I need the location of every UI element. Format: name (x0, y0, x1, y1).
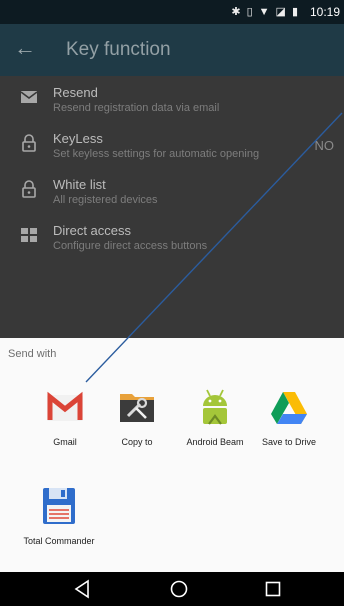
android-icon (203, 389, 227, 425)
list-item-subtitle: All registered devices (53, 194, 158, 206)
list-item-subtitle: Configure direct access buttons (53, 240, 208, 252)
list-item-title: Resend (53, 85, 98, 100)
app-label: Total Commander (23, 536, 95, 546)
list-item-title: Direct access (53, 223, 132, 238)
vibrate-icon: ▯ (246, 6, 253, 18)
list-item-keyless[interactable]: KeyLess Set keyless settings for automat… (0, 126, 344, 172)
folder-tools-icon (120, 394, 154, 422)
app-label: Save to Drive (261, 437, 317, 447)
share-sheet-heading: Send with (8, 348, 57, 360)
back-arrow-icon[interactable]: ← (14, 35, 36, 61)
list-item-title: KeyLess (53, 131, 103, 146)
lock-icon (22, 134, 36, 152)
gmail-icon (47, 391, 83, 421)
list-item-title: White list (53, 177, 106, 192)
share-app-save-to-drive[interactable]: Save to Drive (246, 386, 332, 456)
share-app-copy-to[interactable]: Copy to (94, 386, 180, 456)
share-sheet: Send with Gmail Copy to Android Beam Sav… (0, 338, 344, 572)
app-label: Copy to (121, 437, 153, 447)
lock-icon (22, 180, 36, 198)
back-icon[interactable] (72, 578, 92, 600)
grid-icon (21, 228, 37, 242)
list-item-white-list[interactable]: White list All registered devices (0, 172, 344, 218)
list-item-direct-access[interactable]: Direct access Configure direct access bu… (0, 218, 344, 264)
drive-icon (271, 392, 307, 424)
keyless-toggle[interactable]: NO (315, 138, 335, 153)
recents-icon[interactable] (263, 578, 283, 600)
settings-list: Resend Resend registration data via emai… (0, 76, 344, 338)
status-bar: ✱ ▯ ▼ ◪ ▮ 10:19 (0, 0, 344, 24)
list-item-resend[interactable]: Resend Resend registration data via emai… (0, 80, 344, 126)
status-icons: ✱ ▯ ▼ ◪ ▮ (231, 5, 298, 19)
list-item-subtitle: Resend registration data via email (53, 102, 220, 114)
email-icon (20, 91, 38, 103)
list-item-subtitle: Set keyless settings for automatic openi… (53, 148, 260, 160)
bluetooth-icon: ✱ (231, 6, 241, 18)
wifi-icon: ▼ (258, 5, 270, 18)
page-title: Key function (66, 39, 171, 60)
home-icon[interactable] (168, 578, 190, 600)
app-bar: ← Key function (0, 24, 344, 76)
battery-icon: ▮ (291, 6, 298, 18)
status-time: 10:19 (309, 5, 340, 19)
floppy-icon (43, 488, 75, 524)
navigation-bar (0, 572, 344, 606)
no-sim-icon: ◪ (275, 6, 286, 18)
share-app-total-commander[interactable]: Total Commander (16, 485, 102, 555)
